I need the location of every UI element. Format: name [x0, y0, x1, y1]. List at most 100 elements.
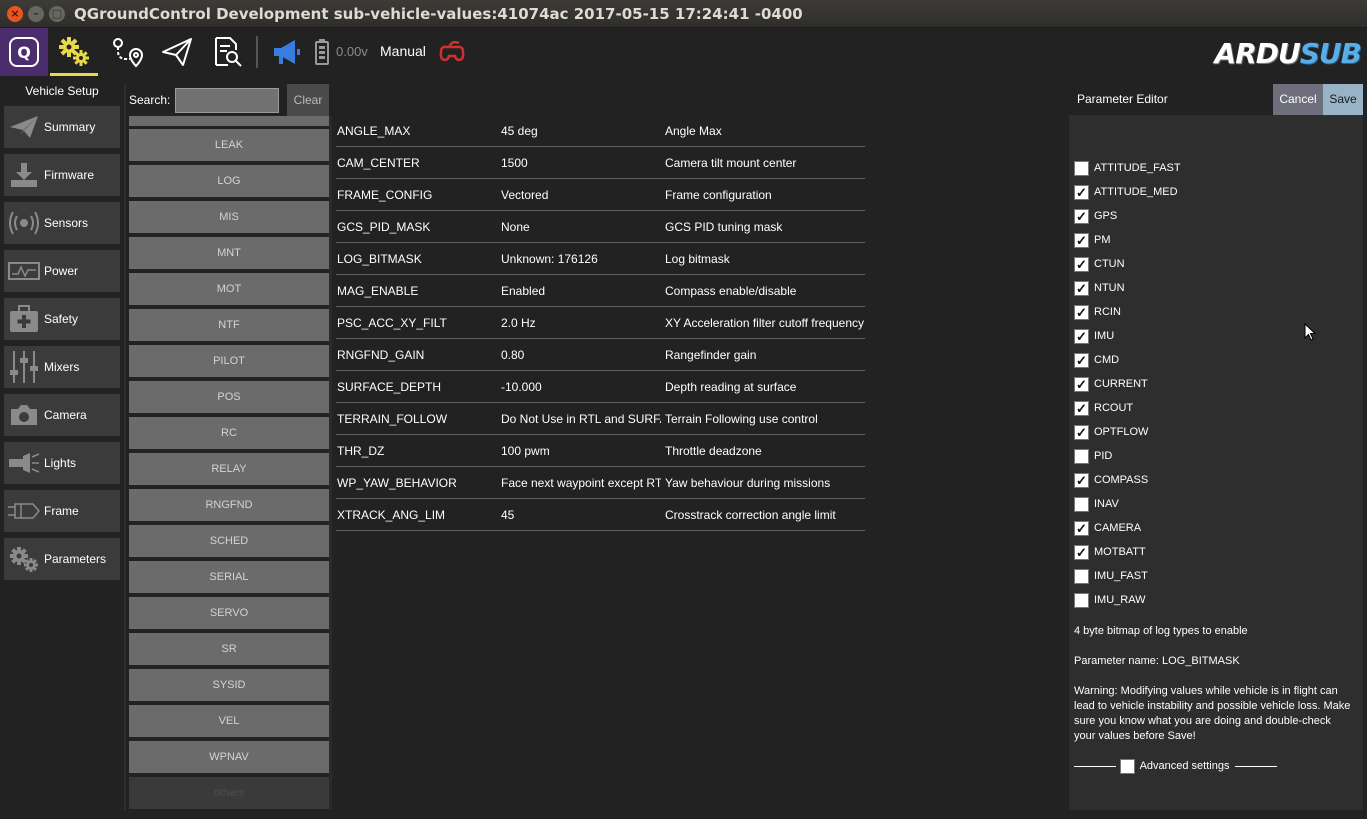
checkbox-checked[interactable]: ✓ [1074, 304, 1089, 320]
flight-mode-selector[interactable]: Manual [380, 43, 426, 59]
search-input[interactable] [175, 88, 279, 113]
advanced-settings-checkbox[interactable] [1119, 758, 1135, 774]
checkbox-checked[interactable]: ✓ [1074, 400, 1089, 416]
checkbox-unchecked[interactable] [1074, 568, 1089, 584]
bit-checkbox-row[interactable]: ✓ PM [1074, 228, 1111, 252]
window-close-button[interactable]: × [7, 6, 23, 22]
bit-checkbox-row[interactable]: ✓ CAMERA [1074, 516, 1141, 540]
group-button-pilot[interactable]: PILOT [129, 345, 329, 377]
fly-view-button[interactable] [153, 28, 201, 76]
battery-indicator[interactable] [310, 28, 334, 76]
bit-checkbox-row[interactable]: ✓ CURRENT [1074, 372, 1148, 396]
setup-power-button[interactable]: Power [4, 250, 120, 292]
bit-checkbox-row[interactable]: IMU_RAW [1074, 588, 1146, 612]
param-row[interactable]: XTRACK_ANG_LIM 45 Crosstrack correction an… [336, 499, 865, 531]
window-minimize-button[interactable]: – [28, 6, 44, 22]
checkbox-checked[interactable]: ✓ [1074, 208, 1089, 224]
param-row[interactable]: GCS_PID_MASK None GCS PID tuning mask [336, 211, 865, 243]
checkbox-checked[interactable]: ✓ [1074, 424, 1089, 440]
param-row[interactable]: FRAME_CONFIG Vectored Frame configuration [336, 179, 865, 211]
checkbox-checked[interactable]: ✓ [1074, 328, 1089, 344]
rc-rssi-indicator[interactable] [436, 28, 468, 76]
param-row[interactable]: CAM_CENTER 1500 Camera tilt mount center [336, 147, 865, 179]
bit-checkbox-row[interactable]: ✓ COMPASS [1074, 468, 1148, 492]
setup-firmware-button[interactable]: Firmware [4, 154, 120, 196]
setup-safety-button[interactable]: Safety [4, 298, 120, 340]
group-button-vel[interactable]: VEL [129, 705, 329, 737]
group-list-scrollbar[interactable] [329, 116, 332, 810]
param-row[interactable]: MAG_ENABLE Enabled Compass enable/disable [336, 275, 865, 307]
bit-checkbox-row[interactable]: ✓ RCIN [1074, 300, 1121, 324]
checkbox-checked[interactable]: ✓ [1074, 544, 1089, 560]
checkbox-unchecked[interactable] [1074, 592, 1089, 608]
group-button-mnt[interactable]: MNT [129, 237, 329, 269]
analyze-view-button[interactable] [203, 28, 251, 76]
param-row[interactable]: THR_DZ 100 pwm Throttle deadzone [336, 435, 865, 467]
group-button-rc[interactable]: RC [129, 417, 329, 449]
bit-checkbox-row[interactable]: ✓ GPS [1074, 204, 1117, 228]
bit-checkbox-row[interactable]: INAV [1074, 492, 1119, 516]
checkbox-checked[interactable]: ✓ [1074, 352, 1089, 368]
group-button-sr[interactable]: SR [129, 633, 329, 665]
save-button[interactable]: Save [1323, 84, 1363, 115]
setup-frame-button[interactable]: Frame [4, 490, 120, 532]
group-button-others[interactable]: others [129, 777, 329, 809]
group-button-serial[interactable]: SERIAL [129, 561, 329, 593]
group-button-wpnav[interactable]: WPNAV [129, 741, 329, 773]
param-row[interactable]: TERRAIN_FOLLOW Do Not Use in RTL and SURF… [336, 403, 865, 435]
plan-view-button[interactable] [103, 28, 151, 76]
bit-checkbox-row[interactable]: ✓ MOTBATT [1074, 540, 1146, 564]
group-button-mot[interactable]: MOT [129, 273, 329, 305]
bit-checkbox-row[interactable]: ✓ CMD [1074, 348, 1119, 372]
param-row[interactable]: RNGFND_GAIN 0.80 Rangefinder gain [336, 339, 865, 371]
checkbox-checked[interactable]: ✓ [1074, 280, 1089, 296]
bit-checkbox-row[interactable]: PID [1074, 444, 1112, 468]
window-maximize-button[interactable]: □ [49, 6, 65, 22]
checkbox-unchecked[interactable] [1074, 496, 1089, 512]
group-button-ntf[interactable]: NTF [129, 309, 329, 341]
group-button-sysid[interactable]: SYSID [129, 669, 329, 701]
group-button-sched[interactable]: SCHED [129, 525, 329, 557]
group-button-pos[interactable]: POS [129, 381, 329, 413]
clear-button[interactable]: Clear [287, 84, 329, 116]
qgc-menu-button[interactable]: Q [0, 28, 48, 76]
group-button-rngfnd[interactable]: RNGFND [129, 489, 329, 521]
setup-camera-button[interactable]: Camera [4, 394, 120, 436]
setup-summary-button[interactable]: Summary [4, 106, 120, 148]
bit-checkbox-row[interactable]: ATTITUDE_FAST [1074, 156, 1181, 180]
group-button-log[interactable]: LOG [129, 165, 329, 197]
checkbox-checked[interactable]: ✓ [1074, 184, 1089, 200]
setup-lights-button[interactable]: Lights [4, 442, 120, 484]
setup-mixers-button[interactable]: Mixers [4, 346, 120, 388]
checkbox-unchecked[interactable] [1074, 160, 1089, 176]
group-button-leak[interactable]: LEAK [129, 129, 329, 161]
checkbox-checked[interactable]: ✓ [1074, 376, 1089, 392]
param-row[interactable]: WP_YAW_BEHAVIOR Face next waypoint except… [336, 467, 865, 499]
bit-checkbox-row[interactable]: ✓ ATTITUDE_MED [1074, 180, 1178, 204]
bit-checkbox-row[interactable]: ✓ OPTFLOW [1074, 420, 1148, 444]
setup-parameters-button[interactable]: Parameters [4, 538, 120, 580]
checkbox-checked[interactable]: ✓ [1074, 472, 1089, 488]
cancel-button[interactable]: Cancel [1273, 84, 1323, 115]
vehicle-setup-button[interactable] [50, 28, 98, 76]
checkbox-checked[interactable]: ✓ [1074, 256, 1089, 272]
param-row[interactable]: PSC_ACC_XY_FILT 2.0 Hz XY Acceleration fil… [336, 307, 865, 339]
group-button-servo[interactable]: SERVO [129, 597, 329, 629]
param-row[interactable]: LOG_BITMASK Unknown: 176126 Log bitmask [336, 243, 865, 275]
group-button-partial[interactable] [129, 116, 329, 126]
bit-checkbox-row[interactable]: ✓ CTUN [1074, 252, 1125, 276]
group-button-relay[interactable]: RELAY [129, 453, 329, 485]
checkbox-unchecked[interactable] [1074, 448, 1089, 464]
bit-checkbox-row[interactable]: ✓ RCOUT [1074, 396, 1133, 420]
bit-checkbox-row[interactable]: IMU_FAST [1074, 564, 1148, 588]
setup-sensors-button[interactable]: Sensors [4, 202, 120, 244]
bit-checkbox-row[interactable]: ✓ IMU [1074, 324, 1114, 348]
group-button-mis[interactable]: MIS [129, 201, 329, 233]
messages-button[interactable] [266, 28, 306, 76]
checkbox-checked[interactable]: ✓ [1074, 520, 1089, 536]
param-row[interactable]: SURFACE_DEPTH -10.000 Depth reading at sur… [336, 371, 865, 403]
checkbox-checked[interactable]: ✓ [1074, 232, 1089, 248]
parameter-group-list[interactable]: LEAK LOG MIS MNT MOT NTF PILOT POS RC RELAY RNGFND… [127, 116, 332, 810]
param-row[interactable]: ANGLE_MAX 45 deg Angle Max [336, 115, 865, 147]
bit-checkbox-row[interactable]: ✓ NTUN [1074, 276, 1125, 300]
